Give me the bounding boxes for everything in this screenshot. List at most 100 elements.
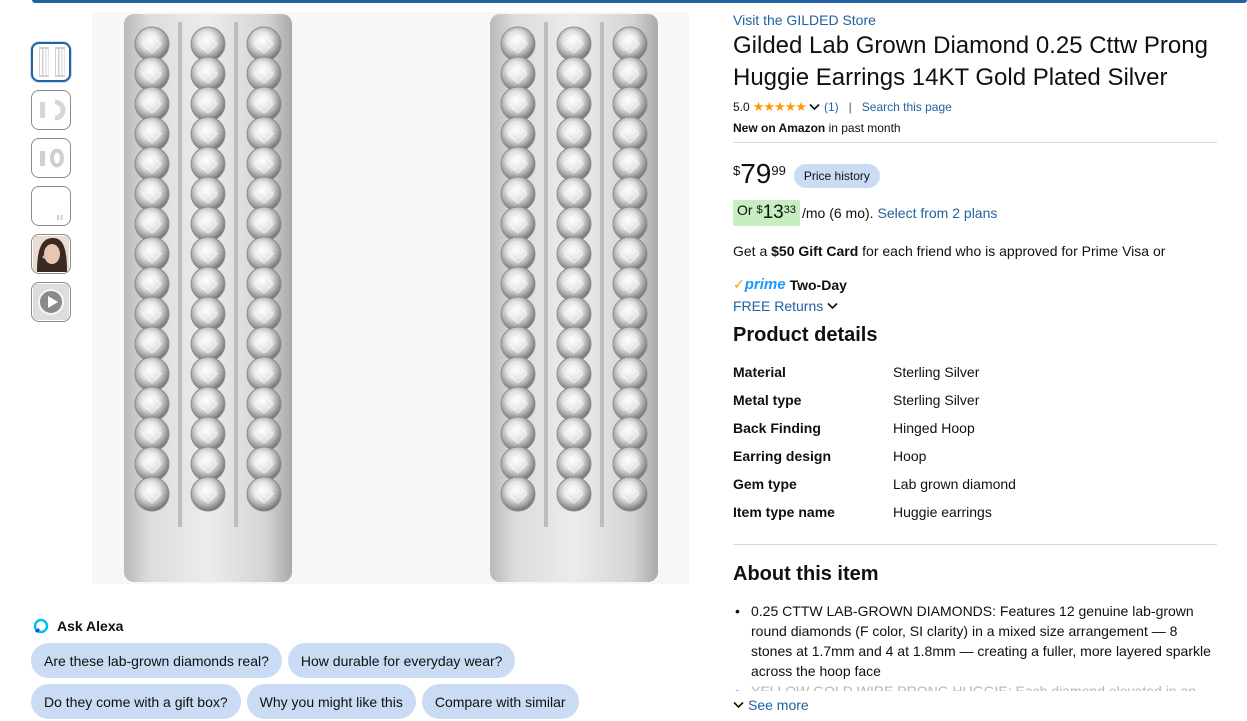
diamond-stone xyxy=(134,326,170,362)
chip-compare[interactable]: Compare with similar xyxy=(421,684,579,719)
about-bullet-text: YELLOW GOLD WIRE PRONG HUGGIE: Each diam… xyxy=(751,683,1197,691)
detail-value: Lab grown diamond xyxy=(893,476,1016,492)
see-more-link[interactable]: See more xyxy=(733,697,809,713)
diamond-stone xyxy=(612,206,648,242)
thumbnail-earring-box[interactable] xyxy=(31,186,71,226)
diamond-stone xyxy=(190,446,226,482)
diamond-stone xyxy=(556,446,592,482)
diamond-stone xyxy=(134,116,170,152)
detail-value: Sterling Silver xyxy=(893,392,980,408)
monthly-whole: 13 xyxy=(762,202,784,223)
diamond-stone xyxy=(500,326,536,362)
thumbnail-earring-side[interactable] xyxy=(31,90,71,130)
divider xyxy=(733,142,1217,143)
diamond-stone xyxy=(612,86,648,122)
left-earring xyxy=(124,14,292,582)
see-more-label: See more xyxy=(748,697,809,713)
chip-gift-box[interactable]: Do they come with a gift box? xyxy=(31,684,241,719)
prong-rail xyxy=(178,22,182,527)
free-returns-link[interactable]: FREE Returns xyxy=(733,298,838,314)
diamond-stone xyxy=(190,326,226,362)
star-rating-icon[interactable]: ★★★★★ xyxy=(753,99,807,115)
thumbnail-model-photo[interactable] xyxy=(31,234,71,274)
diamond-stone xyxy=(134,296,170,332)
two-day-label: Two-Day xyxy=(789,276,847,293)
earring-side-thumb-icon xyxy=(40,99,66,121)
chevron-down-icon xyxy=(827,302,838,310)
diamond-stone xyxy=(134,236,170,272)
diamond-stone xyxy=(612,56,648,92)
earring-pair-image xyxy=(124,14,658,582)
diamond-stone xyxy=(246,356,282,392)
diamond-stone xyxy=(190,296,226,332)
diamond-stone xyxy=(556,26,592,62)
diamond-stone xyxy=(556,296,592,332)
diamond-stone xyxy=(612,116,648,152)
price-fraction: 99 xyxy=(771,163,786,178)
detail-value: Hoop xyxy=(893,448,927,464)
diamond-stone xyxy=(556,206,592,242)
diamond-stone xyxy=(190,176,226,212)
thumbnail-earring-front[interactable] xyxy=(31,42,71,82)
about-bullet: • 0.25 CTTW LAB-GROWN DIAMONDS: Features… xyxy=(733,601,1217,681)
diamond-stone xyxy=(556,116,592,152)
diamond-stone xyxy=(246,266,282,302)
chevron-down-icon[interactable] xyxy=(809,103,820,111)
new-on-amazon-rest: in past month xyxy=(825,121,901,135)
diamond-stone xyxy=(134,86,170,122)
diamond-stone xyxy=(134,356,170,392)
diamond-stone xyxy=(612,176,648,212)
product-details-table: Material Sterling Silver Metal type Ster… xyxy=(733,358,1217,526)
diamond-stone xyxy=(500,146,536,182)
detail-label: Material xyxy=(733,364,786,380)
monthly-prefix: Or xyxy=(737,202,753,218)
diamond-stone xyxy=(500,26,536,62)
detail-label: Earring design xyxy=(733,448,832,464)
product-details-heading: Product details xyxy=(733,324,878,346)
diamond-stone xyxy=(556,266,592,302)
prime-delivery-row: ✓ prime Two-Day xyxy=(733,276,847,293)
about-item-list: • 0.25 CTTW LAB-GROWN DIAMONDS: Features… xyxy=(733,601,1217,691)
detail-row-earring-design: Earring design Hoop xyxy=(733,442,1217,470)
thumbnail-earring-pair[interactable] xyxy=(31,138,71,178)
search-this-page-link[interactable]: Search this page xyxy=(862,100,952,114)
earring-box-thumb-icon xyxy=(35,190,67,222)
diamond-stone xyxy=(134,206,170,242)
store-link[interactable]: Visit the GILDED Store xyxy=(733,12,876,28)
diamond-stone xyxy=(190,206,226,242)
model-photo-thumb-icon xyxy=(33,236,69,272)
chip-durability[interactable]: How durable for everyday wear? xyxy=(287,643,516,678)
diamond-stone xyxy=(190,386,226,422)
detail-label: Metal type xyxy=(733,392,802,408)
diamond-stone xyxy=(246,476,282,512)
diamond-stone xyxy=(612,476,648,512)
product-title: Gilded Lab Grown Diamond 0.25 Cttw Prong… xyxy=(733,32,1208,91)
price-symbol: $ xyxy=(733,163,741,178)
thumbnail-video[interactable] xyxy=(31,282,71,322)
diamond-stone xyxy=(500,236,536,272)
diamond-stone xyxy=(190,86,226,122)
chevron-down-icon xyxy=(733,701,744,709)
detail-row-gem-type: Gem type Lab grown diamond xyxy=(733,470,1217,498)
diamond-stone xyxy=(500,86,536,122)
detail-label: Item type name xyxy=(733,504,835,520)
diamond-stone xyxy=(190,56,226,92)
rating-count-link[interactable]: (1) xyxy=(824,100,839,114)
gift-card-amount[interactable]: $50 Gift Card xyxy=(771,243,858,259)
diamond-stone xyxy=(500,416,536,452)
monthly-price-badge: Or $13 33 xyxy=(733,200,800,226)
divider xyxy=(733,544,1217,545)
diamond-stone xyxy=(556,236,592,272)
main-product-image[interactable] xyxy=(92,12,689,584)
detail-value: Hinged Hoop xyxy=(893,420,975,436)
price-history-button[interactable]: Price history xyxy=(793,164,880,188)
diamond-stone xyxy=(246,296,282,332)
diamond-stone xyxy=(500,176,536,212)
diamond-stone xyxy=(134,56,170,92)
chip-why-like[interactable]: Why you might like this xyxy=(246,684,416,719)
diamond-stone xyxy=(190,356,226,392)
diamond-stone xyxy=(612,296,648,332)
diamond-stone xyxy=(190,416,226,452)
chip-lab-grown-real[interactable]: Are these lab-grown diamonds real? xyxy=(31,643,282,678)
select-plans-link[interactable]: Select from 2 plans xyxy=(878,205,998,221)
